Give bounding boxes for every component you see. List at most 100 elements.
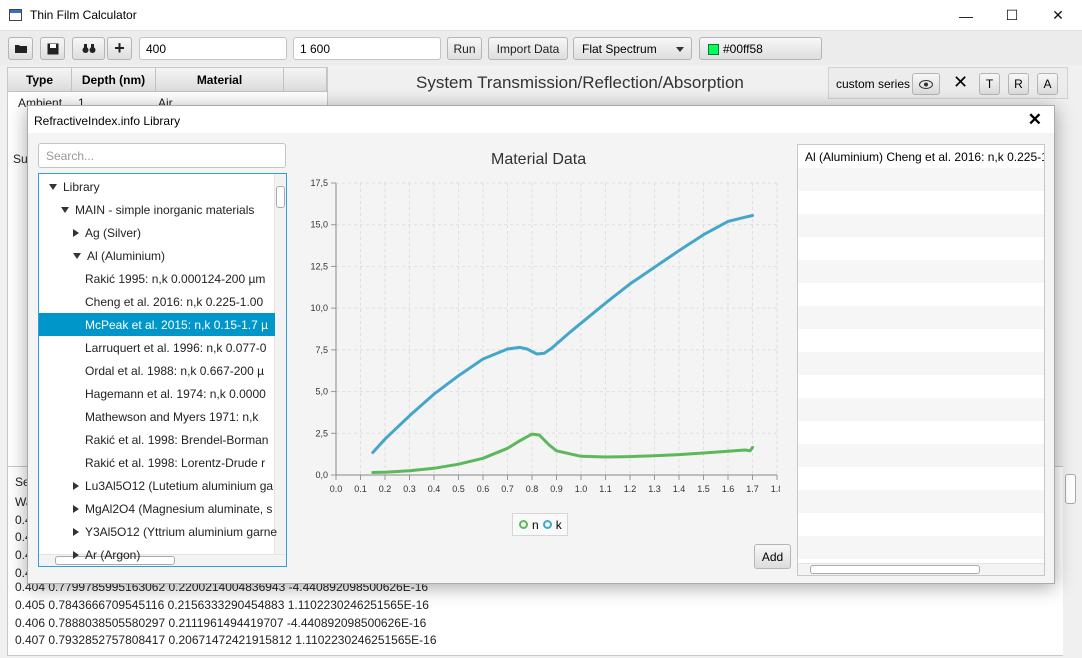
list-row[interactable] — [798, 490, 1044, 513]
tree-item[interactable]: Lu3Al5O12 (Lutetium aluminium ga — [39, 474, 275, 497]
open-folder-button[interactable] — [8, 37, 33, 60]
column-header-type[interactable]: Type — [8, 68, 72, 92]
folder-icon — [14, 45, 27, 53]
y-tick-label: 12,5 — [310, 261, 328, 271]
output-scrollbar[interactable] — [1063, 466, 1079, 656]
tree-scroll-thumb[interactable] — [276, 186, 285, 208]
series-panel: custom series ✕ T R A — [828, 67, 1068, 99]
row-type-second[interactable]: Su — [13, 152, 28, 166]
tree-item[interactable]: Ordal et al. 1988: n,k 0.667-200 µ — [39, 359, 275, 382]
tree-item-label: Rakić et al. 1998: Brendel-Borman — [85, 432, 269, 447]
tree-item-label: Library — [63, 179, 100, 194]
y-tick-label: 10,0 — [310, 303, 328, 313]
tree-vertical-scrollbar[interactable] — [274, 174, 286, 556]
tree-item[interactable]: Al (Aluminium) — [39, 244, 275, 267]
tree-item[interactable]: Ar (Argon) — [39, 543, 275, 566]
search-input[interactable]: Search... — [38, 143, 286, 168]
tree-item[interactable]: Library — [39, 175, 275, 198]
column-header-depth[interactable]: Depth (nm) — [72, 68, 156, 92]
expanded-arrow-icon[interactable] — [73, 252, 81, 259]
list-hscroll-thumb[interactable] — [810, 565, 980, 574]
legend-n-label: n — [532, 517, 539, 532]
save-button[interactable] — [40, 37, 65, 60]
list-row[interactable] — [798, 191, 1044, 214]
y-tick-label: 2,5 — [315, 428, 328, 438]
floppy-disk-icon — [47, 43, 58, 54]
tree-item[interactable]: Rakić et al. 1998: Lorentz-Drude r — [39, 451, 275, 474]
list-row[interactable] — [798, 260, 1044, 283]
tree-item[interactable]: Y3Al5O12 (Yttrium aluminium garne — [39, 520, 278, 543]
run-button[interactable]: Run — [447, 37, 482, 60]
wavelength-min-input[interactable]: 400 — [139, 37, 287, 60]
y-tick-label: 0,0 — [315, 470, 328, 480]
selected-materials-list[interactable]: Al (Aluminium) Cheng et al. 2016: n,k 0.… — [797, 144, 1045, 576]
tree-item[interactable]: Hagemann et al. 1974: n,k 0.0000 — [39, 382, 275, 405]
x-tick-label: 0,6 — [477, 484, 490, 492]
chart-legend: n k — [512, 513, 568, 536]
library-button[interactable] — [72, 37, 105, 60]
list-row[interactable] — [798, 444, 1044, 467]
add-material-button[interactable]: Add — [754, 544, 791, 569]
wavelength-max-input[interactable]: 1 600 — [293, 37, 441, 60]
maximize-button[interactable]: ☐ — [989, 0, 1035, 31]
list-row[interactable] — [798, 306, 1044, 329]
binoculars-icon — [82, 44, 95, 53]
tree-item[interactable]: Rakić 1995: n,k 0.000124-200 µm — [39, 267, 275, 290]
list-row[interactable] — [798, 375, 1044, 398]
x-tick-label: 1,8 — [771, 484, 780, 492]
tree-item-label: Larruquert et al. 1996: n,k 0.077-0 — [85, 340, 267, 355]
close-button[interactable]: ✕ — [1035, 0, 1081, 31]
remove-series-icon[interactable]: ✕ — [953, 72, 968, 93]
tree-item[interactable]: MAIN - simple inorganic materials — [39, 198, 275, 221]
color-picker[interactable]: #00ff58 — [699, 37, 822, 60]
x-tick-label: 1,0 — [575, 484, 588, 492]
list-row[interactable] — [798, 329, 1044, 352]
list-row[interactable] — [798, 352, 1044, 375]
tree-item[interactable]: Larruquert et al. 1996: n,k 0.077-0 — [39, 336, 275, 359]
spectrum-select[interactable]: Flat Spectrum — [573, 37, 692, 60]
tree-item[interactable]: Cheng et al. 2016: n,k 0.225-1.00 — [39, 290, 275, 313]
color-value: #00ff58 — [723, 42, 763, 56]
expanded-arrow-icon[interactable] — [61, 206, 69, 213]
list-row[interactable] — [798, 237, 1044, 260]
minimize-button[interactable]: — — [943, 0, 989, 31]
tree-item[interactable]: Ag (Silver) — [39, 221, 275, 244]
list-row[interactable] — [798, 421, 1044, 444]
expanded-arrow-icon[interactable] — [49, 183, 57, 190]
list-row[interactable]: Al (Aluminium) Cheng et al. 2016: n,k 0.… — [798, 145, 1044, 168]
y-tick-label: 5,0 — [315, 387, 328, 397]
list-row[interactable] — [798, 168, 1044, 191]
x-tick-label: 1,4 — [673, 484, 686, 492]
import-data-button[interactable]: Import Data — [488, 37, 568, 60]
add-button[interactable]: + — [107, 37, 132, 60]
transmission-button[interactable]: T — [979, 73, 1000, 95]
collapsed-arrow-icon[interactable] — [73, 228, 79, 237]
output-scroll-thumb[interactable] — [1065, 474, 1076, 504]
collapsed-arrow-icon[interactable] — [73, 504, 79, 513]
list-row[interactable] — [798, 398, 1044, 421]
visibility-toggle[interactable] — [912, 73, 940, 95]
tree-item[interactable]: Mathewson and Myers 1971: n,k — [39, 405, 275, 428]
collapsed-arrow-icon[interactable] — [73, 481, 79, 490]
list-row[interactable] — [798, 214, 1044, 237]
list-horizontal-scrollbar[interactable] — [798, 563, 1044, 575]
list-row[interactable] — [798, 513, 1044, 536]
absorption-button[interactable]: A — [1037, 73, 1058, 95]
dialog-close-icon[interactable]: ✕ — [1028, 110, 1042, 130]
collapsed-arrow-icon[interactable] — [73, 527, 79, 536]
y-tick-label: 17,5 — [310, 178, 328, 188]
list-row[interactable] — [798, 536, 1044, 559]
list-item-label: Al (Aluminium) Cheng et al. 2016: n,k 0.… — [805, 150, 1045, 164]
list-row[interactable] — [798, 467, 1044, 490]
reflection-button[interactable]: R — [1008, 73, 1029, 95]
tree-item-label: Y3Al5O12 (Yttrium aluminium garne — [85, 524, 278, 539]
material-tree[interactable]: Library MAIN - simple inorganic materials… — [38, 173, 287, 567]
tree-item[interactable]: McPeak et al. 2015: n,k 0.15-1.7 µ — [39, 313, 275, 336]
column-header-material[interactable]: Material — [156, 68, 284, 92]
tree-item[interactable]: Rakić et al. 1998: Brendel-Borman — [39, 428, 275, 451]
tree-item[interactable]: MgAl2O4 (Magnesium aluminate, s — [39, 497, 275, 520]
x-tick-label: 1,7 — [746, 484, 759, 492]
tree-item-label: Rakić et al. 1998: Lorentz-Drude r — [85, 455, 266, 470]
collapsed-arrow-icon[interactable] — [73, 550, 79, 559]
list-row[interactable] — [798, 283, 1044, 306]
